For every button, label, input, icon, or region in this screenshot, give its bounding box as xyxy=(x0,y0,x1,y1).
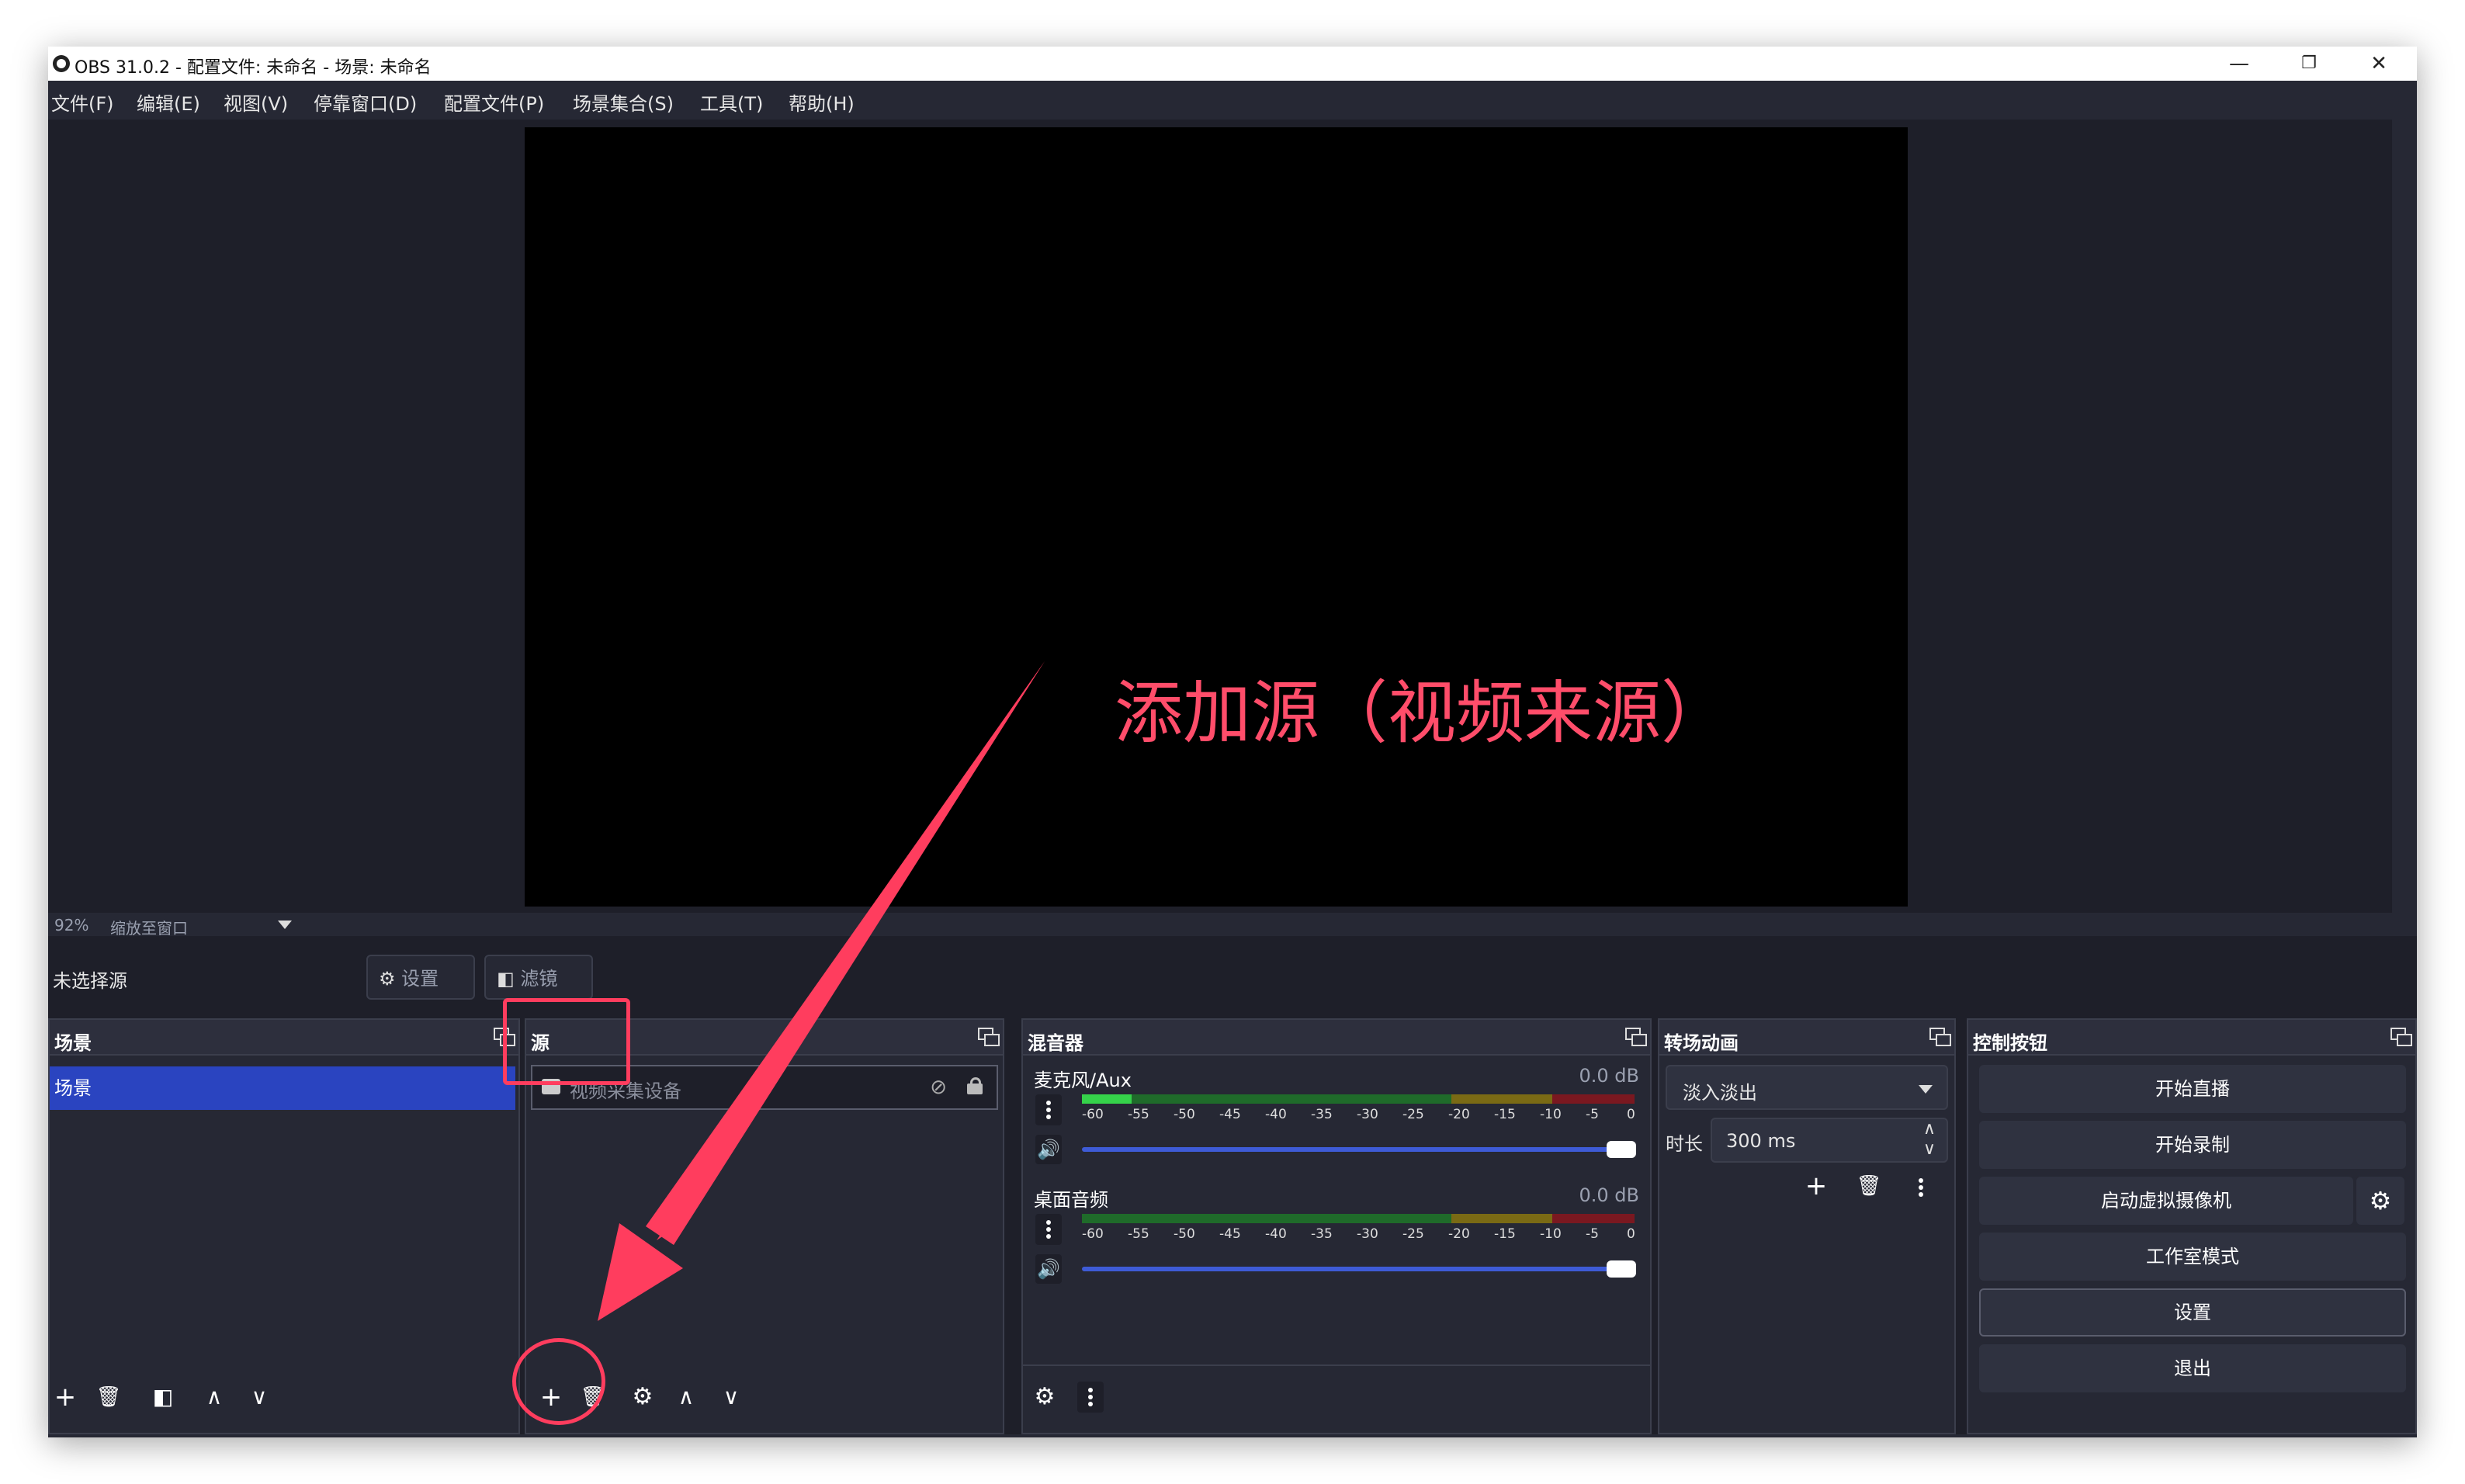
annotation-arrow xyxy=(598,661,1045,1321)
